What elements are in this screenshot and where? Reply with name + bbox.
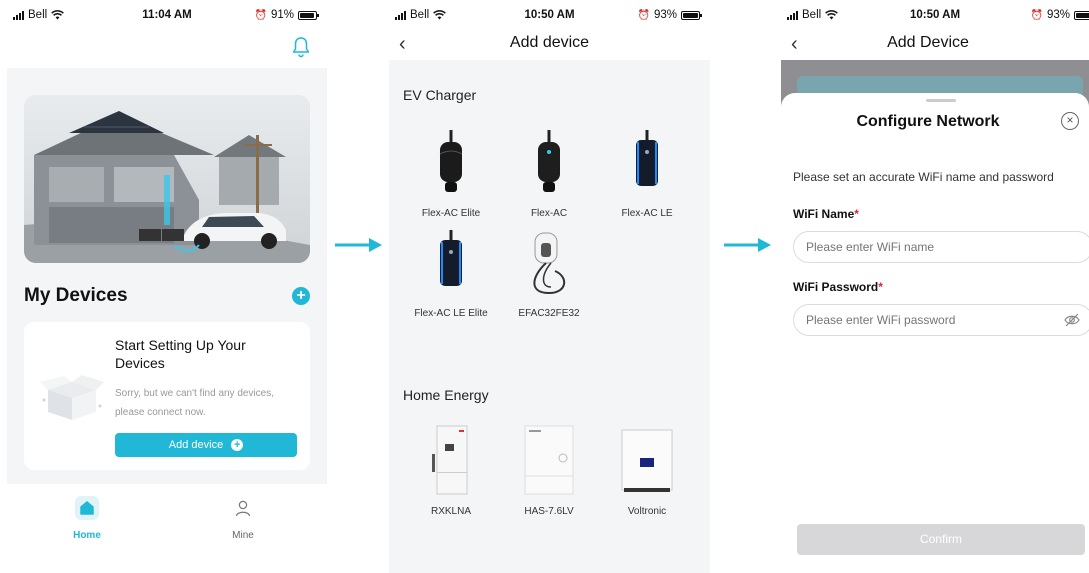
my-devices-title: My Devices (24, 285, 128, 306)
required-mark: * (878, 280, 883, 294)
battery-percent: 93% (653, 9, 677, 21)
alarm-icon: ⏰ (637, 9, 650, 21)
device-item-flex-ac-le[interactable]: Flex-AC LE (599, 122, 695, 219)
tab-mine[interactable]: Mine (213, 496, 273, 541)
status-bar: Bell 10:50 AM ⏰ 93% (781, 0, 1089, 30)
confirm-button[interactable]: Confirm (797, 524, 1085, 555)
device-catalog: EV Charger Flex-AC Elite Flex-AC Flex-AC… (389, 60, 710, 573)
home-hero-image (24, 95, 310, 263)
battery-percent: 93% (1046, 9, 1070, 21)
empty-card-title: Start Setting Up Your Devices (115, 337, 246, 371)
add-device-screen: Bell 10:50 AM ⏰ 93% ‹ Add device EV Char… (389, 0, 710, 573)
status-bar: Bell 11:04 AM ⏰ 91% (7, 0, 327, 30)
user-icon (231, 496, 255, 520)
wifi-password-label: WiFi Password* (793, 280, 883, 294)
device-item-rxklna[interactable]: RXKLNA (403, 420, 499, 517)
sheet-drag-handle[interactable] (926, 99, 956, 102)
nav-bar: ‹ Add Device (781, 30, 1089, 60)
device-item-has-7-6lv[interactable]: HAS-7.6LV (501, 420, 597, 517)
bell-icon[interactable] (291, 36, 311, 58)
wifi-name-input[interactable] (793, 231, 1089, 263)
page-title: Add Device (887, 34, 969, 51)
flow-arrow-icon (724, 238, 771, 252)
add-device-button[interactable]: Add device + (115, 433, 297, 457)
device-item-efac32fe32[interactable]: EFAC32FE32 (501, 222, 597, 319)
battery-icon (298, 10, 319, 20)
configure-network-screen: Bell 10:50 AM ⏰ 93% ‹ Add Device Configu… (781, 0, 1089, 573)
add-device-button-label: Add device (168, 439, 224, 451)
status-bar: Bell 10:50 AM ⏰ 93% (389, 0, 710, 30)
close-icon[interactable]: × (1061, 112, 1079, 130)
configure-network-sheet: Configure Network × Please set an accura… (781, 93, 1089, 573)
empty-devices-card: Start Setting Up Your Devices Sorry, but… (24, 322, 310, 470)
device-item-flex-ac-le-elite[interactable]: Flex-AC LE Elite (403, 222, 499, 319)
device-item-flex-ac[interactable]: Flex-AC (501, 122, 597, 219)
device-item-flex-ac-elite[interactable]: Flex-AC Elite (403, 122, 499, 219)
battery-icon (1074, 10, 1089, 20)
plus-circle-icon: + (231, 439, 244, 451)
instruction-text: Please set an accurate WiFi name and pas… (793, 170, 1054, 184)
battery-percent: 91% (270, 9, 294, 21)
alarm-icon: ⏰ (254, 9, 267, 21)
sheet-title: Configure Network (856, 113, 1000, 130)
page-title: Add device (509, 34, 590, 51)
wifi-password-input[interactable] (793, 304, 1089, 336)
eye-off-icon[interactable] (1063, 311, 1081, 329)
tab-mine-label: Mine (232, 530, 254, 541)
battery-icon (681, 10, 702, 20)
empty-card-description: Sorry, but we can't find any devices, pl… (115, 388, 275, 418)
bottom-tab-bar: Home Mine (7, 484, 327, 573)
required-mark: * (854, 207, 859, 221)
alarm-icon: ⏰ (1030, 9, 1043, 21)
tab-home-label: Home (73, 530, 101, 541)
add-device-plus-button[interactable]: + (292, 287, 310, 305)
nav-bar: ‹ Add device (389, 30, 710, 60)
flow-arrow-icon (335, 238, 382, 252)
device-item-voltronic[interactable]: Voltronic (599, 420, 695, 517)
wifi-name-label: WiFi Name* (793, 207, 859, 221)
home-energy-section-title: Home Energy (403, 387, 489, 403)
tab-home[interactable]: Home (57, 496, 117, 541)
home-screen: Bell 11:04 AM ⏰ 91% My Devices + Start S… (7, 0, 327, 573)
ev-charger-section-title: EV Charger (403, 87, 477, 103)
home-icon (75, 496, 99, 520)
empty-box-illustration (40, 375, 104, 420)
